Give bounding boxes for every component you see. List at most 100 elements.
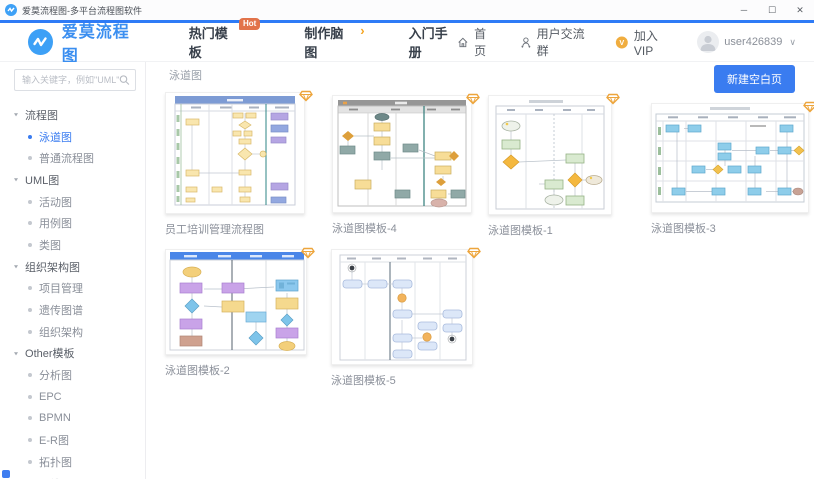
swimlane-diagram-preview [655,107,805,203]
arrow-right-icon: › [360,23,365,38]
window-title: 爱莫流程图-多平台流程图软件 [22,5,142,16]
bullet-icon [28,134,32,139]
qq-group-icon [521,36,531,48]
user-menu[interactable]: user426839 ∨ [697,31,796,53]
template-card-6[interactable]: 泳道图模板-5 [331,247,481,388]
caret-down-icon: ▾ [14,263,19,271]
search-input[interactable] [22,75,120,85]
join-vip-link[interactable]: V 加入VIP [615,27,673,58]
bullet-icon [28,156,32,161]
main-nav: 热门模板 Hot 制作脑图 › 入门手册 [189,18,458,61]
window-titlebar: 爱莫流程图-多平台流程图软件 ─ ☐ ✕ [0,0,814,20]
template-caption: 泳道图模板-5 [331,375,396,387]
template-thumbnail [165,90,313,214]
sidebar-item-swimlane[interactable]: 泳道图 [0,126,145,148]
sidebar-item-genogram[interactable]: 遗传图谱 [0,299,145,321]
swimlane-diagram-preview [169,252,305,351]
sidebar: ▾流程图 泳道图 普通流程图 ▾UML图 活动图 用例图 类图 ▾组织架构图 项… [0,62,146,479]
header-right: 首页 用户交流群 V 加入VIP user426839 ∨ [457,25,796,59]
template-card-3[interactable]: 泳道图模板-1 [488,93,620,238]
home-icon [458,37,468,47]
maximize-button[interactable]: ☐ [758,0,786,20]
caret-down-icon: ▾ [14,349,19,358]
sidebar-item-project-management[interactable]: 项目管理 [0,278,145,300]
template-card-4[interactable]: 泳道图模板-3 [651,101,814,236]
sidebar-item-bpmn[interactable]: BPMN [0,408,145,430]
template-thumbnail [332,93,480,213]
sidebar-category-orgchart[interactable]: ▾ 组织架构图 [0,256,145,278]
nav-manual[interactable]: 入门手册 [409,23,458,61]
logo-icon [28,29,53,55]
template-card-2[interactable]: 泳道图模板-4 [332,93,480,236]
app-icon [5,4,17,16]
bullet-icon [28,373,32,378]
template-thumbnail [165,247,315,355]
template-caption: 员工培训管理流程图 [165,224,264,236]
new-blank-page-button[interactable]: 新建空白页 [714,65,795,93]
template-caption: 泳道图模板-3 [651,223,716,235]
template-card-5[interactable]: 泳道图模板-2 [165,247,315,378]
username: user426839 [724,36,783,48]
sidebar-tree: ▾ 流程图 泳道图 普通流程图 ▾ UML图 活动图 用例图 类图 ▾ 组织架构图 项… [0,104,145,479]
template-caption: 泳道图模板-2 [165,365,230,377]
bullet-icon [28,329,32,334]
sidebar-item-analysis[interactable]: 分析图 [0,364,145,386]
template-thumbnail [331,247,481,365]
bullet-icon [28,416,32,421]
sidebar-item-usecase[interactable]: 用例图 [0,212,145,234]
swimlane-diagram-preview [174,96,296,206]
sidebar-category-other[interactable]: ▾ Other模板 [0,343,145,365]
sidebar-category-uml[interactable]: ▾ UML图 [0,169,145,191]
swimlane-diagram-preview [495,100,605,210]
home-link[interactable]: 首页 [457,25,495,59]
vip-crown-icon [466,93,480,105]
search-icon[interactable] [119,74,130,86]
user-group-link[interactable]: 用户交流群 [520,25,591,59]
sidebar-item-class[interactable]: 类图 [0,234,145,256]
bullet-icon [28,438,32,443]
template-thumbnail [488,93,620,215]
chevron-down-icon: ∨ [789,36,796,47]
minimize-button[interactable]: ─ [730,0,758,20]
svg-text:V: V [620,38,625,47]
bullet-icon [28,394,32,399]
template-thumbnail [651,101,814,213]
swimlane-diagram-preview [337,100,467,208]
bullet-icon [28,459,32,464]
app-header: 爱莫流程图 热门模板 Hot 制作脑图 › 入门手册 首页 用户交流群 V 加入… [0,18,814,65]
search-box [14,69,136,91]
bullet-icon [28,199,32,204]
page-title: 泳道图 [169,70,202,82]
nav-hot-templates[interactable]: 热门模板 Hot [189,18,261,61]
bullet-icon [28,308,32,313]
vip-crown-icon [803,101,814,113]
sidebar-item-epc[interactable]: EPC [0,386,145,408]
bullet-icon [28,242,32,247]
vip-crown-icon [467,247,481,259]
hot-badge: Hot [238,18,261,30]
sidebar-category-flowchart[interactable]: ▾ 流程图 [0,104,145,126]
vip-icon: V [616,36,629,48]
vip-crown-icon [301,247,315,259]
caret-down-icon: ▾ [14,176,19,184]
sidebar-item-activity[interactable]: 活动图 [0,191,145,213]
vip-crown-icon [299,90,313,102]
template-card-1[interactable]: 员工培训管理流程图 [165,90,313,237]
sidebar-item-normal-flowchart[interactable]: 普通流程图 [0,147,145,169]
bottom-left-taskbar-peek [2,470,10,478]
sidebar-item-org-structure[interactable]: 组织架构 [0,321,145,343]
swimlane-diagram-preview [339,254,467,361]
nav-make-mindmap[interactable]: 制作脑图 › [304,23,364,61]
template-caption: 泳道图模板-1 [488,225,553,237]
bullet-icon [28,221,32,226]
sidebar-item-er[interactable]: E-R图 [0,429,145,451]
bullet-icon [28,286,32,291]
avatar [697,31,720,53]
logo-text: 爱莫流程图 [61,24,130,65]
logo[interactable]: 爱莫流程图 [28,18,143,66]
close-button[interactable]: ✕ [786,0,814,20]
sidebar-item-topology[interactable]: 拓扑图 [0,451,145,473]
main-content: 泳道图 新建空白页 员工培训管理流程图 泳道图模板-4 泳道图模板-1 泳道图模… [146,62,814,479]
sidebar-item-mindmap-clipped[interactable]: 思维导图 [0,473,145,479]
template-caption: 泳道图模板-4 [332,223,397,235]
